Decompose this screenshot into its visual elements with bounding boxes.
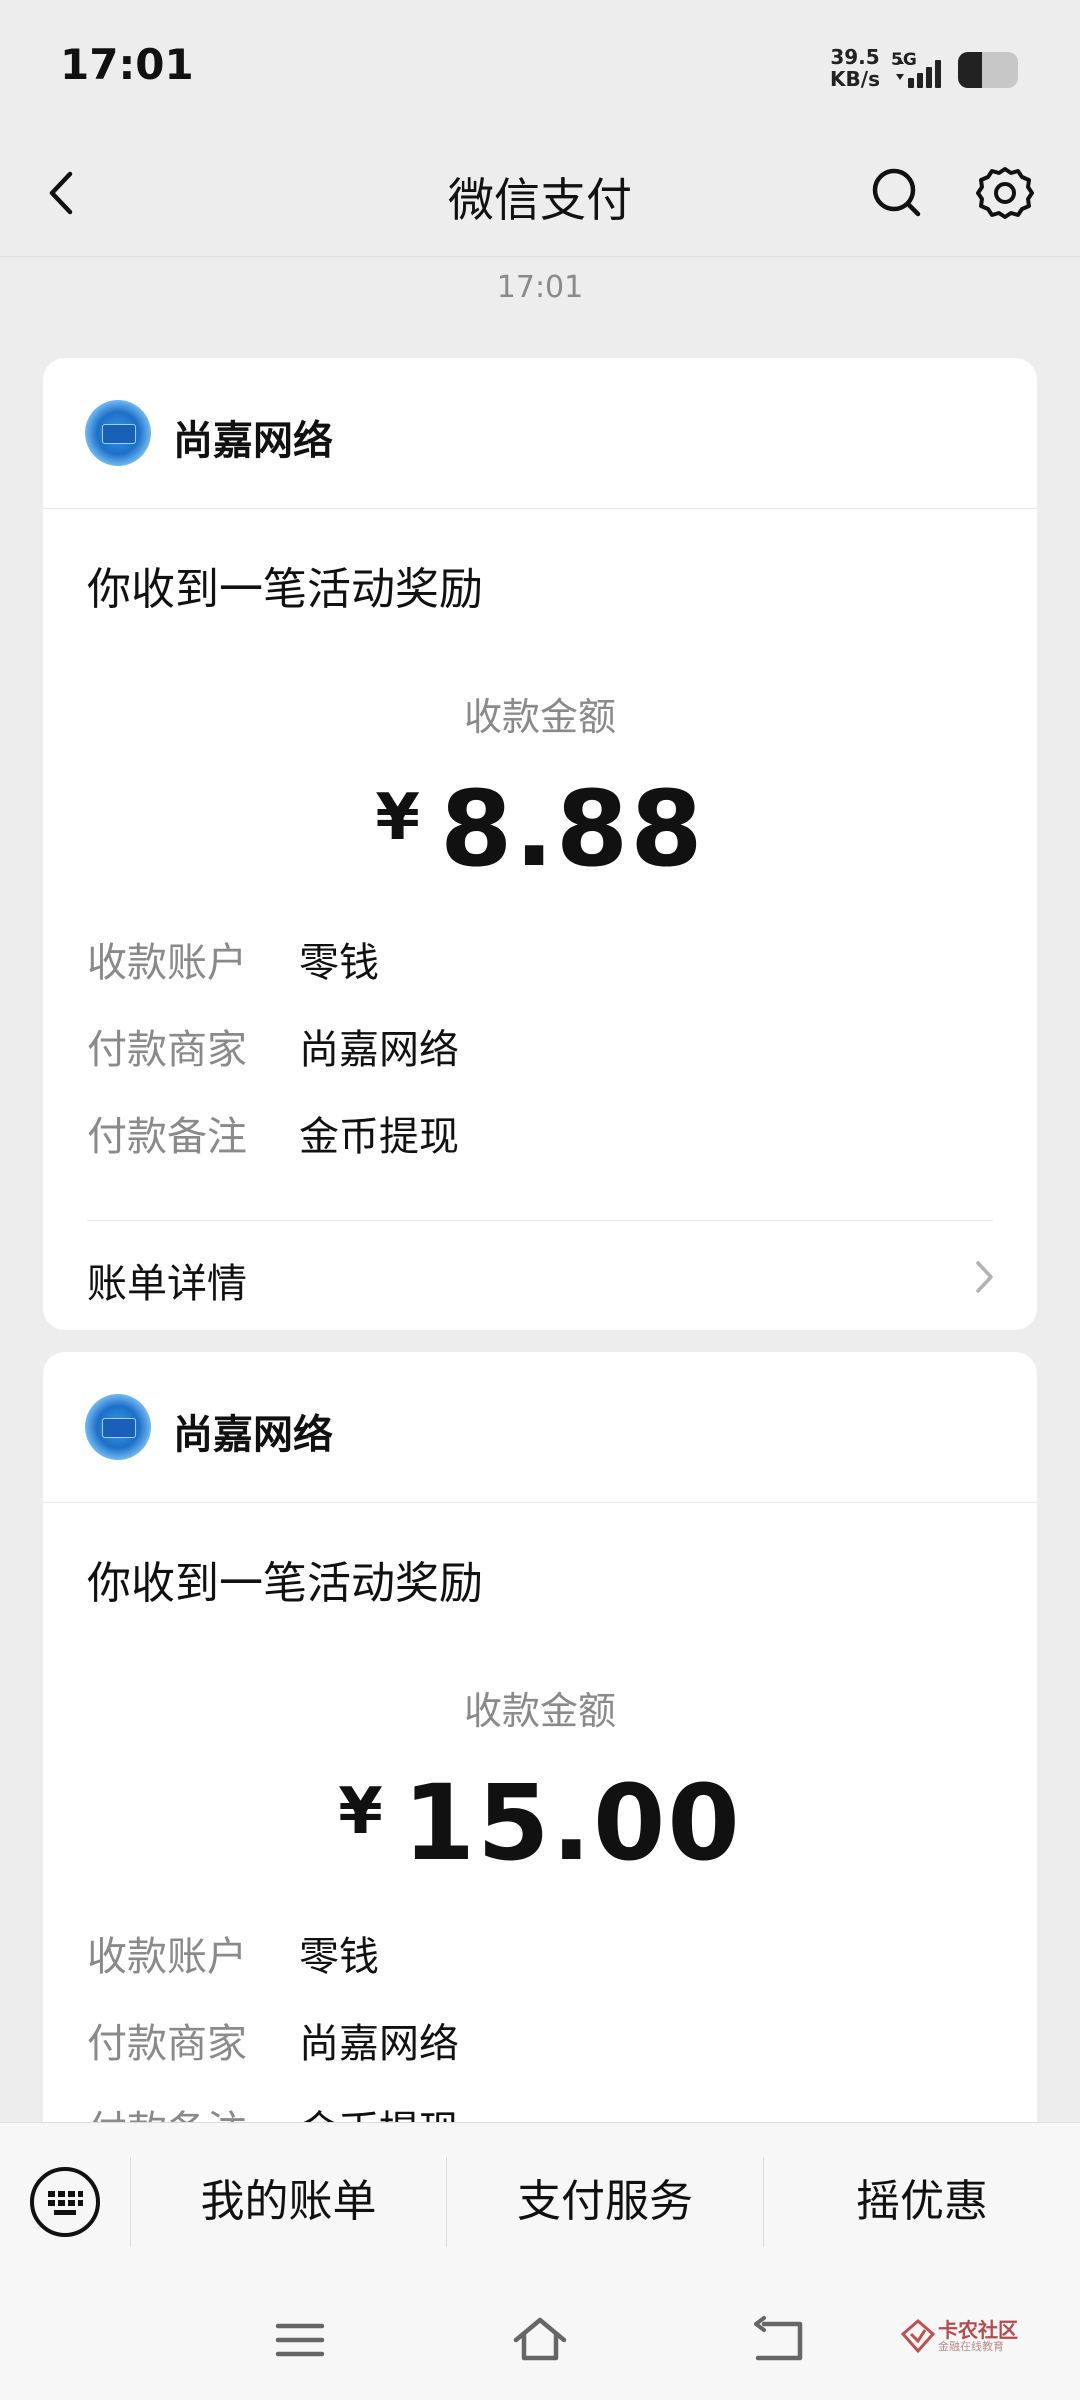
currency-symbol: ¥	[338, 1775, 385, 1849]
detail-value: 零钱	[299, 1934, 379, 1980]
detail-value: 金币提现	[299, 1114, 459, 1160]
network-speed-value: 39.5	[830, 45, 880, 69]
nav-bar: 微信支付	[0, 130, 1080, 257]
detail-key: 付款商家	[87, 1027, 247, 1073]
menu-icon[interactable]	[270, 2310, 330, 2370]
network-speed: 39.5 KB/s	[830, 46, 880, 90]
detail-key: 付款商家	[87, 2021, 247, 2067]
watermark-subtitle: 金融在线教育	[938, 2340, 1004, 2353]
return-icon[interactable]	[750, 2310, 810, 2370]
menu-item-shake-offers[interactable]: 摇优惠	[764, 2123, 1080, 2281]
detail-key: 付款备注	[87, 1114, 247, 1160]
search-icon[interactable]	[862, 158, 932, 228]
system-navigation-bar: 卡农社区 金融在线教育	[0, 2280, 1080, 2400]
detail-key: 收款账户	[87, 940, 247, 986]
detail-key: 收款账户	[87, 1934, 247, 1980]
watermark: 卡农社区 金融在线教育	[900, 2314, 1020, 2364]
amount-value: 15.00	[402, 1762, 742, 1884]
gear-icon[interactable]	[970, 158, 1040, 228]
merchant-header[interactable]: 尚嘉网络	[43, 358, 1037, 509]
keyboard-icon[interactable]	[28, 2165, 102, 2239]
notification-title: 你收到一笔活动奖励	[87, 564, 483, 615]
amount-label: 收款金额	[463, 1689, 616, 1733]
currency-symbol: ¥	[375, 781, 422, 855]
chevron-right-icon	[976, 1261, 993, 1293]
bill-detail-link[interactable]: 账单详情	[43, 1221, 1037, 1330]
merchant-header[interactable]: 尚嘉网络	[43, 1352, 1037, 1503]
merchant-logo-icon	[102, 1418, 136, 1438]
signal-bars-icon	[896, 58, 941, 88]
payment-notification-card[interactable]: 尚嘉网络 你收到一笔活动奖励 收款金额 ¥8.88 收款账户 零钱 付款商家 尚…	[43, 358, 1037, 1330]
detail-value: 尚嘉网络	[299, 2021, 459, 2067]
merchant-name: 尚嘉网络	[173, 1412, 333, 1458]
amount-label: 收款金额	[463, 695, 616, 739]
merchant-logo-icon	[102, 424, 136, 444]
bottom-menu: 我的账单 支付服务 摇优惠	[0, 2122, 1080, 2281]
detail-value: 尚嘉网络	[299, 1027, 459, 1073]
home-icon[interactable]	[510, 2310, 570, 2370]
amount-display: ¥8.88	[43, 768, 1037, 890]
merchant-name: 尚嘉网络	[173, 418, 333, 464]
network-speed-unit: KB/s	[830, 67, 880, 91]
message-timestamp: 17:01	[496, 270, 584, 305]
merchant-avatar	[85, 400, 151, 466]
battery-icon	[958, 52, 1018, 88]
menu-item-my-bills[interactable]: 我的账单	[131, 2123, 446, 2281]
notification-title: 你收到一笔活动奖励	[87, 1558, 483, 1609]
payment-notification-card[interactable]: 尚嘉网络 你收到一笔活动奖励 收款金额 ¥15.00 收款账户 零钱 付款商家 …	[43, 1352, 1037, 2252]
amount-value: 8.88	[439, 768, 705, 890]
bill-detail-label: 账单详情	[87, 1261, 247, 1307]
back-arrow-icon[interactable]	[30, 158, 100, 228]
detail-value: 零钱	[299, 940, 379, 986]
amount-display: ¥15.00	[43, 1762, 1037, 1884]
merchant-avatar	[85, 1394, 151, 1460]
menu-item-payment-services[interactable]: 支付服务	[447, 2123, 763, 2281]
watermark-logo-icon	[900, 2319, 936, 2354]
status-time: 17:01	[60, 40, 194, 89]
status-bar: 17:01 39.5 KB/s 5G	[0, 0, 1080, 130]
